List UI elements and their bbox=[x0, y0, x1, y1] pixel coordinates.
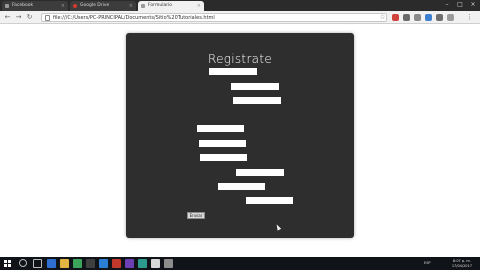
close-window-icon[interactable]: × bbox=[467, 0, 479, 9]
clock-time: 8:07 p. m. bbox=[452, 259, 471, 263]
tab-title: Facebook bbox=[12, 3, 34, 8]
address-bar[interactable]: file:///C:/Users/PC-PRINCIPAL/Documents/… bbox=[41, 13, 387, 22]
reload-icon[interactable]: ↻ bbox=[25, 13, 34, 22]
form-field[interactable] bbox=[200, 154, 247, 161]
close-icon[interactable]: × bbox=[61, 1, 65, 11]
tab-strip: Facebook × Google Drive × Formulario × –… bbox=[0, 0, 480, 11]
close-icon[interactable]: × bbox=[197, 1, 201, 11]
extension-icon[interactable] bbox=[447, 14, 454, 21]
browser-toolbar: ← → ↻ file:///C:/Users/PC-PRINCIPAL/Docu… bbox=[0, 11, 480, 24]
close-icon[interactable]: × bbox=[129, 1, 133, 11]
extension-icon[interactable] bbox=[436, 14, 443, 21]
app-icon[interactable] bbox=[151, 259, 160, 268]
app-icon[interactable] bbox=[138, 259, 147, 268]
tab-formulario[interactable]: Formulario × bbox=[138, 1, 204, 11]
store-icon[interactable] bbox=[86, 259, 95, 268]
chrome-icon[interactable] bbox=[73, 259, 82, 268]
tab-facebook[interactable]: Facebook × bbox=[2, 1, 68, 11]
search-icon[interactable] bbox=[19, 259, 27, 267]
edge-icon[interactable] bbox=[47, 259, 56, 268]
windows-start-icon[interactable] bbox=[4, 260, 11, 267]
minimize-icon[interactable]: – bbox=[441, 0, 453, 9]
extension-icon[interactable] bbox=[425, 14, 432, 21]
form-field[interactable] bbox=[231, 83, 279, 90]
maximize-icon[interactable]: □ bbox=[454, 0, 466, 9]
extension-icon[interactable] bbox=[403, 14, 410, 21]
menu-icon[interactable]: ⋮ bbox=[465, 13, 474, 22]
tab-google-drive[interactable]: Google Drive × bbox=[70, 1, 136, 11]
form-field[interactable] bbox=[236, 169, 284, 176]
tab-title: Formulario bbox=[148, 3, 173, 8]
url-text: file:///C:/Users/PC-PRINCIPAL/Documents/… bbox=[53, 15, 215, 21]
form-field[interactable] bbox=[233, 97, 281, 104]
task-view-icon[interactable] bbox=[33, 259, 42, 268]
back-icon[interactable]: ← bbox=[3, 13, 12, 22]
form-field[interactable] bbox=[197, 125, 244, 132]
form-field[interactable] bbox=[209, 68, 257, 75]
forward-icon[interactable]: → bbox=[14, 13, 23, 22]
extension-icon[interactable] bbox=[414, 14, 421, 21]
page-icon bbox=[5, 4, 9, 8]
app-icon[interactable] bbox=[99, 259, 108, 268]
app-icon[interactable] bbox=[125, 259, 134, 268]
clock-date: 17/04/2017 bbox=[451, 263, 472, 268]
file-explorer-icon[interactable] bbox=[60, 259, 69, 268]
app-icon[interactable] bbox=[164, 259, 173, 268]
language-indicator[interactable]: ESP bbox=[424, 257, 431, 270]
form-field[interactable] bbox=[218, 183, 265, 190]
tab-title: Google Drive bbox=[80, 3, 110, 8]
app-icon[interactable] bbox=[112, 259, 121, 268]
page-title: Registrate bbox=[207, 52, 273, 66]
system-clock[interactable]: 8:07 p. m. 17/04/2017 bbox=[452, 259, 472, 268]
drive-icon bbox=[73, 4, 77, 8]
registration-form: Registrate Enviar bbox=[126, 33, 354, 238]
extension-icon[interactable] bbox=[392, 14, 399, 21]
form-field[interactable] bbox=[246, 197, 293, 204]
submit-button[interactable]: Enviar bbox=[187, 212, 205, 219]
bookmark-star-icon[interactable]: ☆ bbox=[378, 13, 387, 22]
form-field[interactable] bbox=[199, 140, 246, 147]
taskbar: ESP 8:07 p. m. 17/04/2017 bbox=[0, 257, 480, 270]
page-icon bbox=[141, 4, 145, 8]
page-info-icon[interactable] bbox=[45, 15, 50, 21]
